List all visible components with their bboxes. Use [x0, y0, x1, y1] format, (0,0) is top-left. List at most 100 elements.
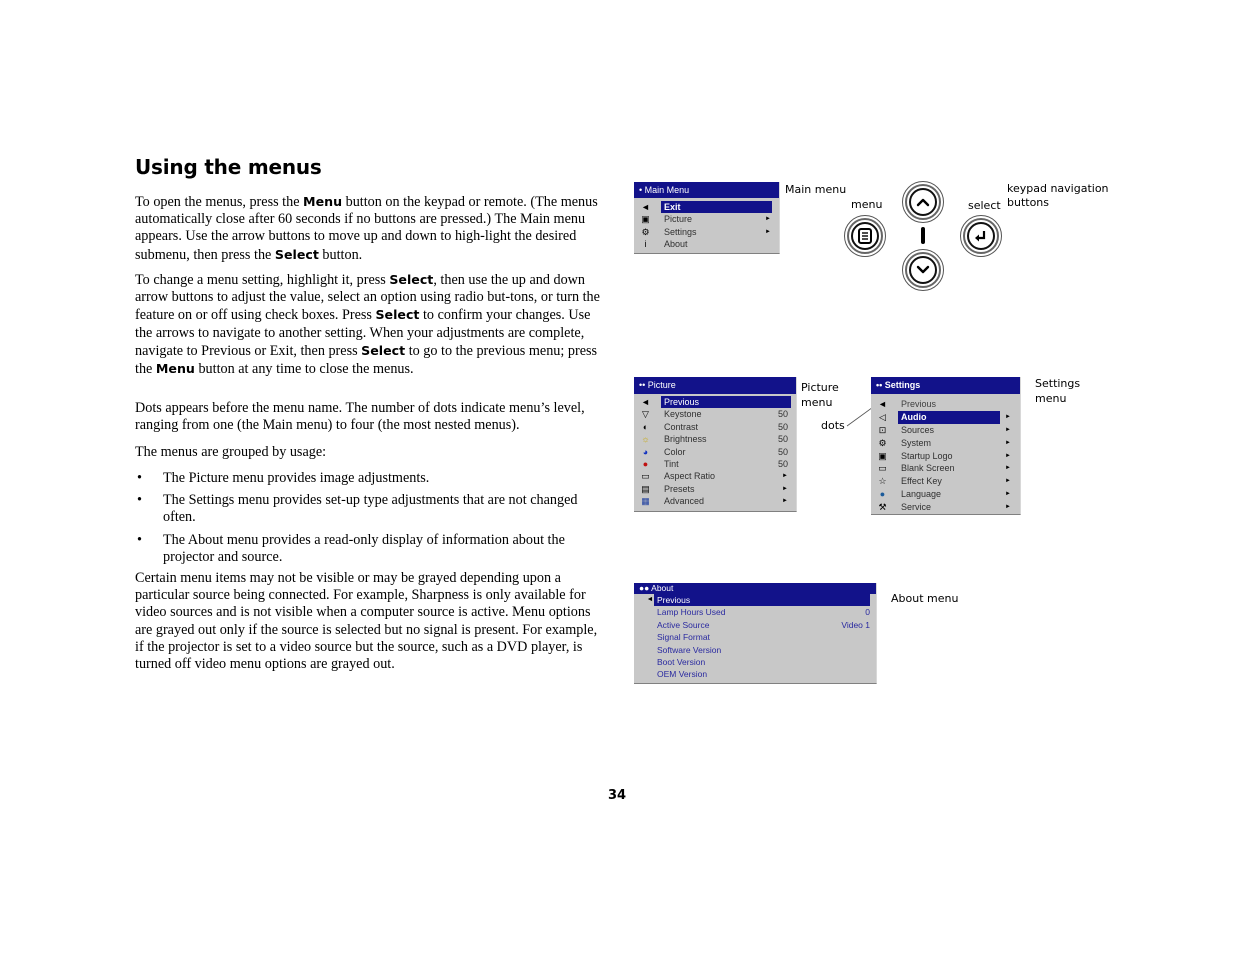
brightness-icon: ☼ — [641, 434, 650, 445]
presets-icon: ▤ — [641, 483, 650, 494]
menu-item-label: System — [901, 437, 932, 448]
menu-item-label: Contrast — [664, 421, 699, 432]
menu-item-previous[interactable]: ◄ Previous — [871, 398, 1020, 411]
submenu-arrow-icon: ► — [782, 498, 788, 505]
menu-item-label: Startup Logo — [901, 450, 953, 461]
menu-item-exit[interactable]: ◄ Exit — [634, 201, 779, 214]
keystone-icon: ▽ — [642, 409, 649, 420]
menu-item-label: Exit — [661, 201, 772, 214]
bold-term: Menu — [303, 194, 343, 209]
menu-item-label: Boot Version — [657, 656, 706, 667]
menu-item-aspect-ratio[interactable]: ▭ Aspect Ratio ► — [634, 470, 796, 482]
menu-item-label: Previous — [901, 399, 937, 409]
menu-item-label: Language — [901, 489, 942, 500]
menu-item-label: Presets — [664, 483, 695, 494]
picture-menu-header: •• Picture — [634, 377, 796, 394]
menu-item-label: Service — [901, 502, 932, 513]
menu-item-label: Effect Key — [901, 476, 942, 487]
menu-item-value: Video 1 — [841, 619, 870, 630]
menu-item-label: Previous — [661, 396, 791, 409]
contrast-icon: ◐ — [642, 421, 649, 432]
menu-item-audio[interactable]: ◁ Audio ► — [871, 410, 1020, 424]
dots-label: dots — [821, 419, 845, 432]
menu-item-picture[interactable]: ▣ Picture ► — [634, 213, 779, 225]
main-menu-label: Main menu — [785, 183, 847, 196]
menu-item-boot-version[interactable]: Boot Version — [634, 656, 876, 668]
settings-menu-header: •• Settings — [871, 377, 1020, 394]
down-key-button[interactable] — [902, 249, 944, 291]
submenu-arrow-icon: ► — [765, 228, 771, 235]
settings-menu-items: ◄ Previous ◁ Audio ► ⊡ Sources ► ⚙ System ► ▣ Startu… — [871, 394, 1020, 514]
menu-item-startup-logo[interactable]: ▣ Startup Logo ► — [871, 450, 1020, 463]
menu-item-label: OEM Version — [657, 669, 708, 680]
service-wrench-icon: ⚒ — [878, 502, 887, 513]
submenu-arrow-icon: ► — [1005, 465, 1011, 472]
menu-item-about[interactable]: i About — [634, 238, 779, 250]
menu-item-value: 50 — [777, 409, 788, 420]
audio-icon: ◁ — [879, 411, 886, 422]
menu-item-label: Keystone — [664, 409, 702, 420]
menu-item-language[interactable]: ● Language ► — [871, 488, 1020, 501]
startup-logo-icon: ▣ — [878, 450, 887, 461]
menu-item-value: 50 — [777, 458, 788, 469]
about-menu-screenshot: ●● About ◄ Previous Lamp Hours Used 0 Active… — [634, 583, 877, 684]
paragraph-grouped: The menus are grouped by usage: — [135, 444, 327, 460]
menu-item-effect-key[interactable]: ☆ Effect Key ► — [871, 475, 1020, 488]
menu-item-color[interactable]: ◕ Color 50 — [634, 446, 796, 458]
submenu-arrow-icon: ► — [782, 485, 788, 492]
menu-item-signal-format[interactable]: Signal Format — [634, 631, 876, 643]
main-menu-screenshot: • Main Menu ◄ Exit ▣ Picture ► ⚙ Settings ► i Abo… — [634, 182, 780, 254]
menu-item-previous[interactable]: ◄ Previous — [634, 396, 796, 409]
bold-term: Select — [274, 246, 319, 262]
back-arrow-icon: ◄ — [641, 397, 650, 407]
menu-item-label: Brightness — [664, 434, 707, 445]
paragraph-dots: Dots appears before the menu name. The n… — [135, 400, 585, 434]
settings-menu-label: Settings menu — [1035, 377, 1081, 405]
up-key-button[interactable] — [902, 181, 944, 223]
menu-item-settings[interactable]: ⚙ Settings ► — [634, 226, 779, 238]
menu-item-sources[interactable]: ⊡ Sources ► — [871, 424, 1020, 437]
picture-menu-screenshot: •• Picture ◄ Previous ▽ Keystone 50 ◐ Contrast… — [634, 377, 797, 512]
menu-usage-list: • The Picture menu provides image adjustm… — [135, 470, 603, 571]
chevron-up-icon — [916, 198, 930, 207]
language-globe-icon: ● — [879, 489, 886, 500]
info-icon: i — [644, 239, 647, 250]
submenu-arrow-icon: ► — [1005, 504, 1011, 511]
enter-arrow-icon — [975, 231, 986, 242]
menu-key-label: menu — [851, 198, 883, 211]
menu-item-tint[interactable]: ● Tint 50 — [634, 458, 796, 470]
menu-item-software-version[interactable]: Software Version — [634, 644, 876, 656]
menu-item-label: Aspect Ratio — [664, 471, 716, 482]
menu-item-system[interactable]: ⚙ System ► — [871, 437, 1020, 450]
list-item: • The Picture menu provides image adjustm… — [137, 470, 430, 486]
menu-item-blank-screen[interactable]: ▭ Blank Screen ► — [871, 462, 1020, 475]
sources-icon: ⊡ — [878, 424, 887, 435]
menu-item-value: 50 — [777, 434, 788, 445]
select-key-button[interactable] — [960, 215, 1002, 257]
menu-item-label: Tint — [664, 458, 679, 469]
menu-item-advanced[interactable]: ▦ Advanced ► — [634, 495, 796, 507]
tint-icon: ● — [642, 458, 649, 469]
back-arrow-icon: ◄ — [641, 202, 650, 212]
menu-item-value: 50 — [777, 446, 788, 457]
bold-term: Select — [361, 342, 406, 358]
system-icon: ⚙ — [878, 437, 887, 448]
bold-term: Select — [375, 307, 420, 323]
submenu-arrow-icon: ► — [1005, 478, 1011, 485]
menu-item-brightness[interactable]: ☼ Brightness 50 — [634, 433, 796, 445]
menu-item-label: Advanced — [664, 496, 705, 507]
menu-item-contrast[interactable]: ◐ Contrast 50 — [634, 421, 796, 433]
bold-term: Select — [389, 272, 434, 287]
menu-item-service[interactable]: ⚒ Service ► — [871, 501, 1020, 514]
menu-item-previous[interactable]: ◄ Previous — [634, 594, 876, 607]
menu-item-value: 50 — [777, 421, 788, 432]
menu-item-lamp-hours-used[interactable]: Lamp Hours Used 0 — [634, 606, 876, 618]
back-arrow-icon: ◄ — [878, 399, 887, 409]
menu-item-active-source[interactable]: Active Source Video 1 — [634, 619, 876, 631]
menu-item-presets[interactable]: ▤ Presets ► — [634, 483, 796, 495]
menu-item-label: Picture — [664, 214, 693, 225]
menu-key-button[interactable] — [844, 215, 886, 257]
page-title: Using the menus — [135, 155, 322, 179]
menu-item-keystone[interactable]: ▽ Keystone 50 — [634, 408, 796, 420]
menu-item-oem-version[interactable]: OEM Version — [634, 668, 876, 680]
